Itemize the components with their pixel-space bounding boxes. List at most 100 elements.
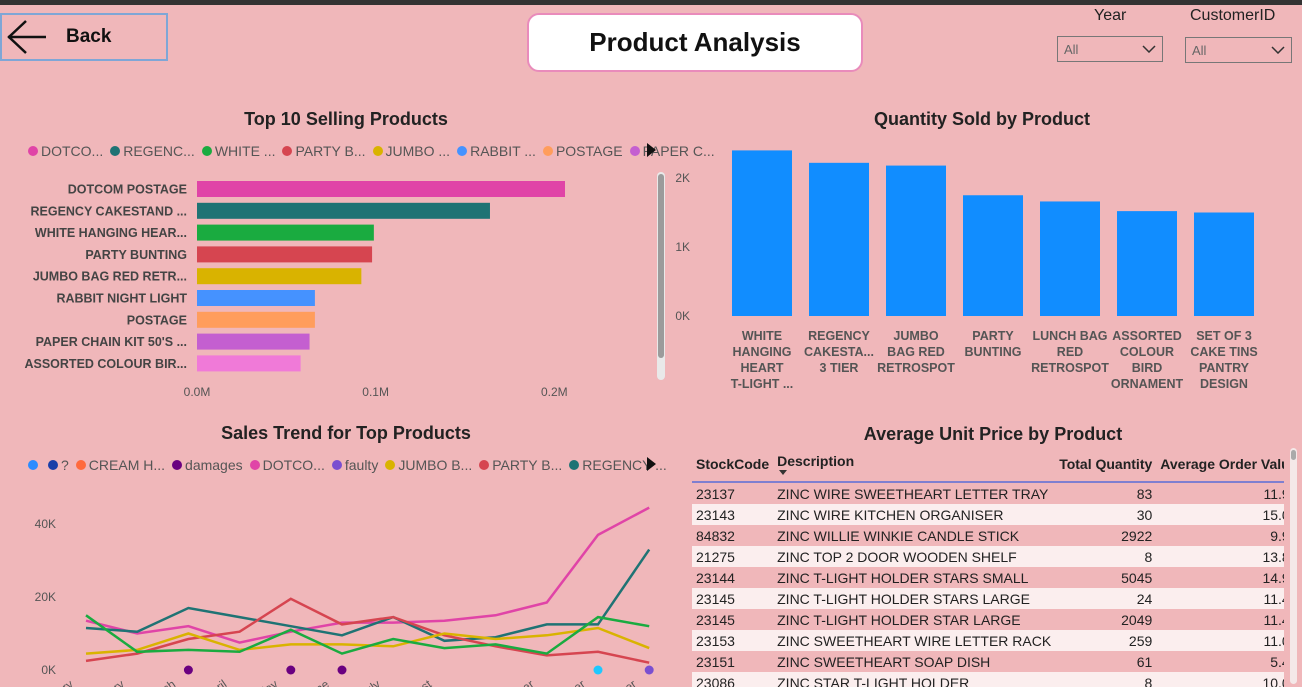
bar[interactable] (197, 333, 310, 350)
legend-dot-icon (249, 460, 260, 470)
price-table-title: Average Unit Price by Product (863, 424, 1123, 444)
bar[interactable] (732, 150, 792, 316)
top10-scrollbar[interactable] (657, 172, 665, 380)
price-table: StockCode Description Total Quantity Ave… (692, 448, 1284, 687)
top10-scrollbar-thumb[interactable] (658, 174, 664, 358)
cell-total-quantity: 8 (1055, 672, 1157, 687)
cell-average-order-value: 9.90 (1156, 525, 1284, 546)
bar[interactable] (197, 224, 374, 241)
trend-legend-item[interactable] (28, 460, 41, 470)
series-marker[interactable] (337, 665, 347, 675)
legend-label: JUMBO ... (385, 143, 451, 159)
year-slicer[interactable]: All (1057, 36, 1163, 62)
top10-legend-item[interactable]: REGENC... (110, 143, 195, 159)
back-button[interactable]: Back (0, 13, 168, 61)
legend-label: damages (185, 457, 243, 473)
top10-legend-item[interactable]: WHITE ... (201, 143, 275, 159)
sort-descending-icon (779, 470, 788, 475)
table-row[interactable]: 23151ZINC SWEETHEART SOAP DISH615.44 (692, 651, 1284, 672)
bar-category-label: ASSORTED COLOUR BIR... (24, 357, 187, 371)
legend-next-icon[interactable] (647, 143, 656, 157)
customer-slicer[interactable]: All (1185, 37, 1292, 63)
x-tick-label: une (307, 677, 332, 687)
trend-legend-item[interactable]: damages (172, 457, 243, 473)
cell-average-order-value: 10.00 (1156, 672, 1284, 687)
bar[interactable] (1040, 201, 1100, 316)
trend-legend-item[interactable]: ? (48, 457, 69, 473)
top10-legend-item[interactable]: PARTY B... (282, 143, 366, 159)
legend-dot-icon (172, 460, 183, 470)
x-category-label: SET OF 3 (1196, 329, 1252, 343)
legend-dot-icon (629, 146, 640, 156)
cell-description: ZINC WIRE KITCHEN ORGANISER (773, 504, 1056, 525)
bar[interactable] (197, 311, 315, 328)
trend-legend-item[interactable]: faulty (331, 457, 378, 473)
trend-line-chart: 0K 20K 40K ary ary rch pril lay une uly ust ber ber b… (35, 506, 654, 687)
series-marker[interactable] (286, 665, 296, 675)
series-line[interactable] (85, 506, 650, 644)
cell-description: ZINC SWEETHEART WIRE LETTER RACK (773, 630, 1056, 651)
bar[interactable] (963, 195, 1023, 316)
price-table-body: 23137 ZINC WIRE SWEETHEART LETTER TRAY 83 1… (692, 482, 1284, 687)
cell-average-order-value: 11.98 (1156, 482, 1284, 504)
table-row[interactable]: 21275ZINC TOP 2 DOOR WOODEN SHELF813.81 (692, 546, 1284, 567)
legend-label: PARTY B... (295, 143, 366, 159)
table-row[interactable]: 84832 ZINC WILLIE WINKIE CANDLE STICK 2922… (692, 525, 1284, 546)
bar[interactable] (1194, 212, 1254, 317)
top10-legend-item[interactable]: RABBIT ... (457, 143, 536, 159)
column-header-description[interactable]: Description (773, 448, 1056, 483)
bar[interactable] (197, 290, 315, 306)
top10-chart-title: Top 10 Selling Products (244, 109, 448, 129)
table-row[interactable]: 23145 ZINC T-LIGHT HOLDER STARS LARGE 24 11… (692, 588, 1284, 609)
legend-label: POSTAGE (555, 143, 623, 159)
trend-legend-item[interactable]: DOTCO... (249, 457, 325, 473)
series-marker[interactable] (183, 665, 193, 675)
cell-stockcode: 23151 (692, 651, 774, 672)
table-row[interactable]: 23137 ZINC WIRE SWEETHEART LETTER TRAY 83 1… (692, 482, 1284, 504)
x-tick-label: ary (54, 677, 76, 687)
legend-dot-icon (28, 146, 38, 156)
top10-legend-item[interactable]: POSTAGE (542, 143, 623, 159)
bar[interactable] (197, 202, 490, 219)
x-category-label: PARTY (972, 329, 1014, 343)
cell-average-order-value: 5.44 (1156, 651, 1284, 672)
x-tick-label: pril (208, 677, 229, 687)
bar[interactable] (1117, 211, 1177, 316)
table-row[interactable]: 23153 ZINC SWEETHEART WIRE LETTER RACK 259… (692, 630, 1284, 651)
legend-next-icon[interactable] (647, 457, 656, 471)
bar[interactable] (197, 355, 301, 372)
top10-legend-item[interactable]: JUMBO ... (372, 143, 451, 159)
legend-label: ? (61, 457, 69, 473)
price-table-scrollbar-thumb[interactable] (1291, 450, 1296, 460)
x-category-label: BIRD (1132, 361, 1163, 375)
column-header-total-quantity[interactable]: Total Quantity (1055, 448, 1157, 483)
x-category-label: REGENCY (808, 329, 870, 343)
bar[interactable] (197, 246, 373, 263)
trend-legend-item[interactable]: PARTY B... (479, 457, 562, 473)
x-category-label: 3 TIER (820, 361, 859, 375)
legend-label: DOTCO... (41, 143, 104, 159)
top10-legend-item[interactable]: DOTCO... (28, 143, 103, 159)
bar-category-label: PARTY BUNTING (85, 248, 187, 262)
bar[interactable] (886, 165, 946, 316)
bar[interactable] (197, 181, 565, 197)
trend-legend-item[interactable]: CREAM H... (75, 457, 165, 473)
table-row[interactable]: 23086ZINC STAR T-LIGHT HOLDER810.00 (692, 672, 1284, 687)
column-header-stockcode[interactable]: StockCode (692, 448, 774, 483)
series-marker[interactable] (644, 665, 654, 675)
price-table-scrollbar[interactable] (1290, 448, 1297, 684)
trend-legend-item[interactable]: JUMBO B... (385, 457, 472, 473)
column-header-average-order-value[interactable]: Average Order Value (1156, 448, 1284, 483)
table-row[interactable]: 23144 ZINC T-LIGHT HOLDER STARS SMALL 5045… (692, 567, 1284, 588)
table-row[interactable]: 23145 ZINC T-LIGHT HOLDER STAR LARGE 2049 1… (692, 609, 1284, 630)
cell-stockcode: 23137 (692, 482, 774, 504)
x-tick-label: 0.0M (184, 385, 211, 399)
x-category-label: WHITE (742, 329, 782, 343)
table-row[interactable]: 23143ZINC WIRE KITCHEN ORGANISER3015.00 (692, 504, 1284, 525)
bar[interactable] (809, 162, 869, 316)
series-marker[interactable] (593, 665, 603, 675)
cell-description: ZINC SWEETHEART SOAP DISH (773, 651, 1056, 672)
bar[interactable] (197, 268, 362, 285)
series-line[interactable] (85, 548, 651, 643)
series-line[interactable] (85, 597, 650, 664)
